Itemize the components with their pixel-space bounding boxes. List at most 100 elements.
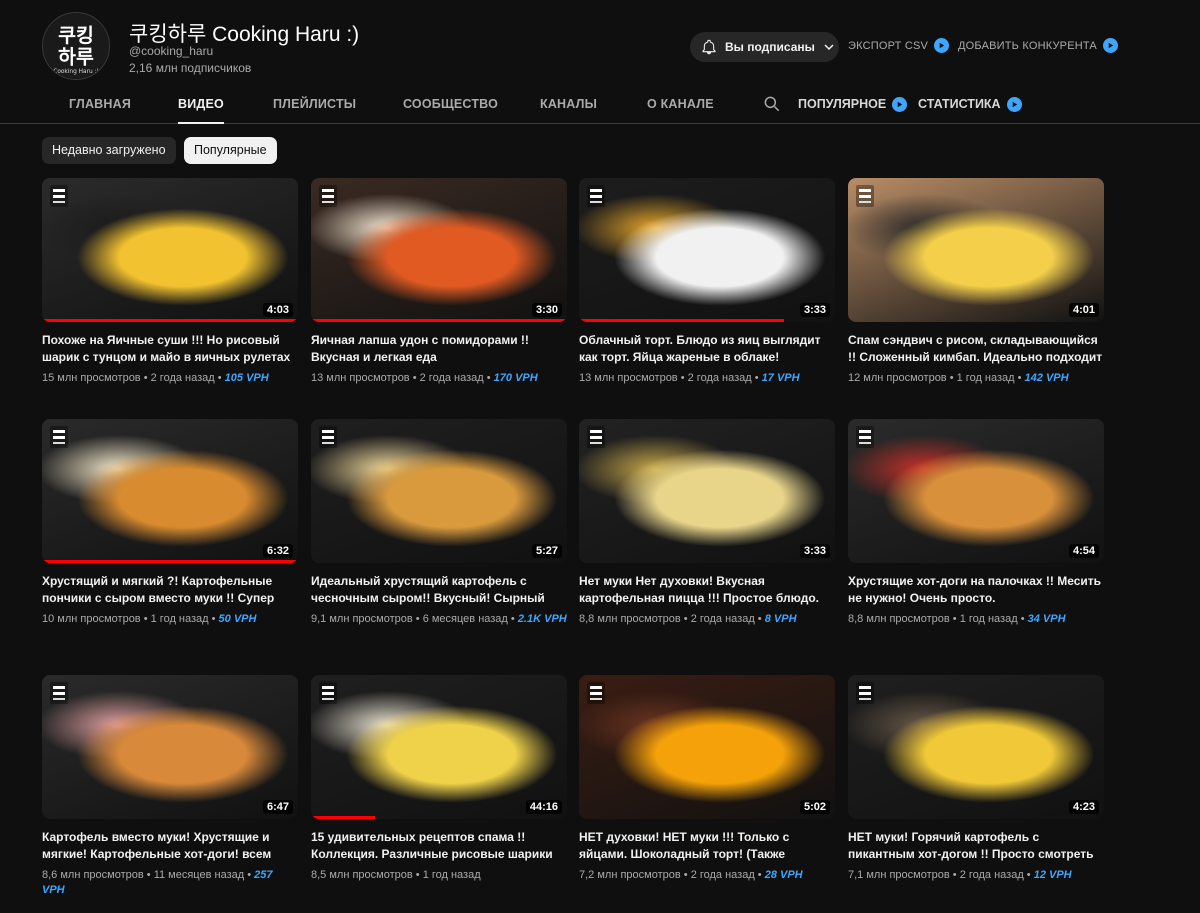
video-card[interactable]: 5:27 Идеальный хрустящий картофель с чесн… xyxy=(311,419,567,627)
video-title[interactable]: 15 удивительных рецептов спама !! Коллек… xyxy=(311,829,567,863)
video-card[interactable]: 3:30 Яичная лапша удон с помидорами !! Вк… xyxy=(311,178,567,386)
play-badge-icon xyxy=(1006,96,1022,112)
video-thumbnail[interactable]: 44:16 xyxy=(311,675,567,819)
video-thumbnail[interactable]: 4:54 xyxy=(848,419,1104,563)
tab-statistics[interactable]: СТАТИСТИКА xyxy=(918,86,1022,122)
channel-handle: @cooking_haru xyxy=(129,44,214,58)
tab-community[interactable]: СООБЩЕСТВО xyxy=(403,86,498,124)
tab-videos[interactable]: ВИДЕО xyxy=(178,86,224,124)
video-card[interactable]: 3:33 Нет муки Нет духовки! Вкусная картоф… xyxy=(579,419,835,627)
channel-watermark-icon xyxy=(50,682,68,704)
video-views: 7,2 млн просмотров xyxy=(579,869,681,881)
tab-about[interactable]: О КАНАЛЕ xyxy=(647,86,714,124)
video-card[interactable]: 4:01 Спам сэндвич с рисом, складывающийся… xyxy=(848,178,1104,386)
video-age: 1 год назад xyxy=(150,613,209,625)
video-thumbnail[interactable]: 6:32 xyxy=(42,419,298,563)
video-vph: 170 VPH xyxy=(493,372,538,384)
export-csv-button[interactable]: ЭКСПОРТ CSV xyxy=(848,38,950,53)
add-competitor-label: ДОБАВИТЬ КОНКУРЕНТА xyxy=(958,39,1097,52)
avatar-caption: Cooking Haru :) xyxy=(53,69,98,75)
video-age: 1 год назад xyxy=(422,869,481,881)
watch-progress-bar xyxy=(311,816,375,819)
play-badge-icon xyxy=(934,38,950,53)
tab-playlists[interactable]: ПЛЕЙЛИСТЫ xyxy=(273,86,356,124)
video-card[interactable]: 3:33 Облачный торт. Блюдо из яиц выглядит… xyxy=(579,178,835,386)
video-thumbnail[interactable]: 3:33 xyxy=(579,178,835,322)
chevron-down-icon xyxy=(824,44,834,51)
video-card[interactable]: 4:54 Хрустящие хот-доги на палочках !! Ме… xyxy=(848,419,1104,627)
video-title[interactable]: Идеальный хрустящий картофель с чесночны… xyxy=(311,573,567,607)
export-csv-label: ЭКСПОРТ CSV xyxy=(848,39,929,52)
video-meta: 8,8 млн просмотров • 2 года назад • 8 VP… xyxy=(579,613,797,625)
video-card[interactable]: 4:23 НЕТ муки! Горячий картофель с пикант… xyxy=(848,675,1104,883)
tab-home[interactable]: ГЛАВНАЯ xyxy=(69,86,131,124)
video-thumbnail[interactable]: 5:27 xyxy=(311,419,567,563)
avatar-line1: 쿠킹 xyxy=(58,24,94,47)
video-meta: 12 млн просмотров • 1 год назад • 142 VP… xyxy=(848,372,1069,384)
tab-popular[interactable]: ПОПУЛЯРНОЕ xyxy=(798,86,908,122)
video-title[interactable]: Картофель вместо муки! Хрустящие и мягки… xyxy=(42,829,298,863)
video-duration: 5:02 xyxy=(799,800,830,814)
video-title[interactable]: Похоже на Яичные суши !!! Но рисовый шар… xyxy=(42,332,298,366)
channel-watermark-icon xyxy=(856,426,874,448)
video-title[interactable]: Хрустящий и мягкий ?! Картофельные пончи… xyxy=(42,573,298,607)
video-thumbnail[interactable]: 5:02 xyxy=(579,675,835,819)
video-title[interactable]: Нет муки Нет духовки! Вкусная картофельн… xyxy=(579,573,835,607)
video-title[interactable]: НЕТ муки! Горячий картофель с пикантным … xyxy=(848,829,1104,863)
add-competitor-button[interactable]: ДОБАВИТЬ КОНКУРЕНТА xyxy=(958,38,1118,53)
video-card[interactable]: 5:02 НЕТ духовки! НЕТ муки !!! Только с я… xyxy=(579,675,835,883)
video-vph: 12 VPH xyxy=(1033,869,1072,881)
video-age: 2 года назад xyxy=(959,869,1024,881)
video-meta: 7,1 млн просмотров • 2 года назад • 12 V… xyxy=(848,869,1072,881)
video-title[interactable]: НЕТ духовки! НЕТ муки !!! Только с яйцам… xyxy=(579,829,835,863)
video-thumbnail[interactable]: 4:23 xyxy=(848,675,1104,819)
video-views: 13 млн просмотров xyxy=(311,372,410,384)
video-title[interactable]: Облачный торт. Блюдо из яиц выглядит как… xyxy=(579,332,835,366)
channel-header: 쿠킹 하루 Cooking Haru :) 쿠킹하루 Cooking Haru … xyxy=(0,0,1200,86)
video-thumbnail[interactable]: 3:30 xyxy=(311,178,567,322)
video-card[interactable]: 44:16 15 удивительных рецептов спама !! К… xyxy=(311,675,567,883)
chip-popular[interactable]: Популярные xyxy=(184,137,277,164)
video-title[interactable]: Яичная лапша удон с помидорами !! Вкусна… xyxy=(311,332,567,366)
channel-logo: 쿠킹 하루 Cooking Haru :) xyxy=(43,13,109,79)
video-vph: 17 VPH xyxy=(761,372,800,384)
video-card[interactable]: 4:03 Похоже на Яичные суши !!! Но рисовый… xyxy=(42,178,298,386)
video-title[interactable]: Спам сэндвич с рисом, складывающийся !! … xyxy=(848,332,1104,366)
channel-avatar[interactable]: 쿠킹 하루 Cooking Haru :) xyxy=(42,12,110,80)
watch-progress-bar xyxy=(42,560,298,563)
video-views: 12 млн просмотров xyxy=(848,372,947,384)
tab-channels[interactable]: КАНАЛЫ xyxy=(540,86,597,124)
video-duration: 44:16 xyxy=(525,800,562,814)
subscribed-button[interactable]: Вы подписаны xyxy=(690,32,839,62)
video-views: 8,8 млн просмотров xyxy=(579,613,681,625)
video-duration: 5:27 xyxy=(531,544,562,558)
bell-icon xyxy=(702,39,716,55)
chip-recently-uploaded[interactable]: Недавно загружено xyxy=(42,137,176,164)
channel-watermark-icon xyxy=(856,682,874,704)
video-vph: 142 VPH xyxy=(1024,372,1069,384)
video-duration: 3:33 xyxy=(799,544,830,558)
video-age: 6 месяцев назад xyxy=(422,613,508,625)
video-age: 1 год назад xyxy=(959,613,1018,625)
video-thumbnail[interactable]: 6:47 xyxy=(42,675,298,819)
video-duration: 4:01 xyxy=(1068,303,1099,317)
subscribed-label: Вы подписаны xyxy=(725,40,815,54)
video-thumbnail[interactable]: 4:01 xyxy=(848,178,1104,322)
video-title[interactable]: Хрустящие хот-доги на палочках !! Месить… xyxy=(848,573,1104,607)
video-card[interactable]: 6:47 Картофель вместо муки! Хрустящие и м… xyxy=(42,675,298,898)
video-thumbnail[interactable]: 4:03 xyxy=(42,178,298,322)
video-card[interactable]: 6:32 Хрустящий и мягкий ?! Картофельные п… xyxy=(42,419,298,627)
video-thumbnail[interactable]: 3:33 xyxy=(579,419,835,563)
subscriber-count: 2,16 млн подписчиков xyxy=(129,61,252,75)
video-meta: 13 млн просмотров • 2 года назад • 17 VP… xyxy=(579,372,800,384)
video-views: 8,6 млн просмотров xyxy=(42,869,144,881)
watch-progress-bar xyxy=(42,319,298,322)
video-views: 9,1 млн просмотров xyxy=(311,613,413,625)
tab-popular-label: ПОПУЛЯРНОЕ xyxy=(798,97,887,111)
video-age: 1 год назад xyxy=(956,372,1015,384)
search-icon[interactable] xyxy=(762,94,782,114)
channel-watermark-icon xyxy=(50,185,68,207)
video-meta: 9,1 млн просмотров • 6 месяцев назад • 2… xyxy=(311,613,567,625)
tab-statistics-label: СТАТИСТИКА xyxy=(918,97,1001,111)
video-views: 15 млн просмотров xyxy=(42,372,141,384)
